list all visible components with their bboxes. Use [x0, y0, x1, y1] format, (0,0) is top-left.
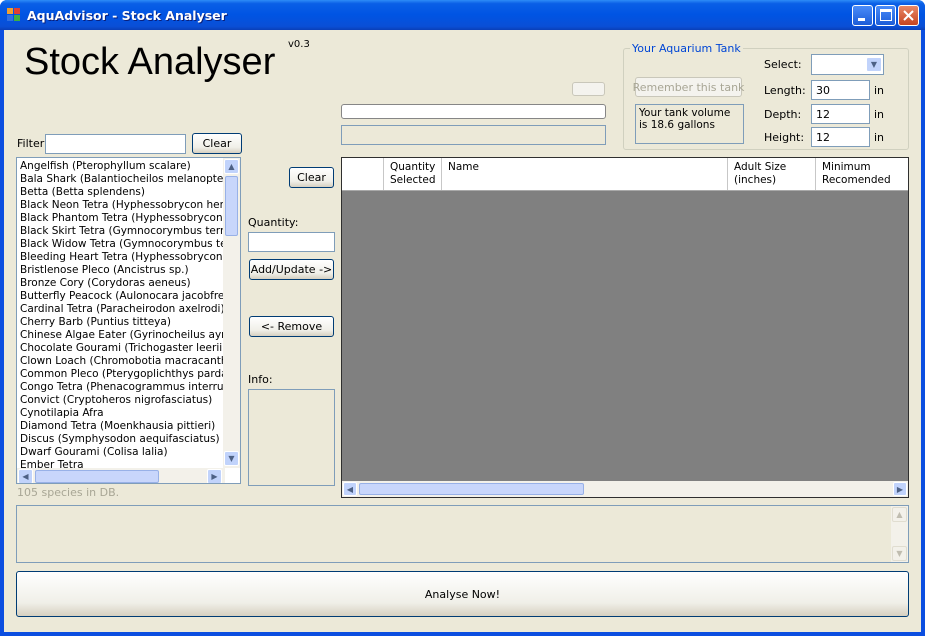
stock-grid[interactable]: Quantity Selected Name Adult Size (inche… — [341, 157, 909, 498]
minimize-button[interactable] — [852, 5, 873, 26]
list-item[interactable]: Butterfly Peacock (Aulonocara jacobfreib… — [17, 290, 227, 303]
analyse-button[interactable]: Analyse Now! — [16, 571, 909, 617]
grid-hscroll[interactable]: ◀ ▶ — [342, 481, 908, 497]
list-item[interactable]: Bronze Cory (Corydoras aeneus) — [17, 277, 227, 290]
app-window: AquAdvisor - Stock Analyser Stock Analys… — [0, 0, 925, 636]
list-item[interactable]: Black Widow Tetra (Gymnocorymbus tern — [17, 238, 227, 251]
height-input[interactable]: 12 — [811, 127, 870, 147]
scroll-left-icon[interactable]: ◀ — [18, 469, 33, 483]
list-item[interactable]: Black Neon Tetra (Hyphessobrycon herbe — [17, 199, 227, 212]
remove-button[interactable]: <- Remove — [249, 316, 334, 337]
filter-clear-button[interactable]: Clear — [192, 133, 242, 154]
length-unit: in — [874, 84, 885, 97]
select-label: Select: — [764, 58, 802, 71]
output-scroll-down-icon[interactable]: ▼ — [892, 546, 907, 561]
grid-header: Quantity Selected Name Adult Size (inche… — [342, 158, 908, 191]
grid-col-adult-size[interactable]: Adult Size (inches) — [728, 158, 816, 190]
output-textbox[interactable]: ▲ ▼ — [16, 505, 909, 563]
species-hscroll-thumb[interactable] — [35, 470, 159, 483]
length-input[interactable]: 30 — [811, 80, 870, 100]
scroll-down-icon[interactable]: ▼ — [224, 451, 239, 466]
species-vscroll[interactable]: ▲ ▼ — [223, 158, 240, 468]
chevron-down-icon[interactable]: ▼ — [866, 57, 882, 72]
list-item[interactable]: Cardinal Tetra (Paracheirodon axelrodi) — [17, 303, 227, 316]
output-scroll-up-icon[interactable]: ▲ — [892, 507, 907, 522]
list-item[interactable]: Betta (Betta splendens) — [17, 186, 227, 199]
list-item[interactable]: Bristlenose Pleco (Ancistrus sp.) — [17, 264, 227, 277]
species-hscroll[interactable]: ◀ ▶ — [17, 468, 225, 483]
tank-volume-text: Your tank volume is 18.6 gallons — [635, 104, 744, 144]
grid-col-name[interactable]: Name — [442, 158, 728, 190]
tank-groupbox: Your Aquarium Tank Remember this tank Yo… — [623, 42, 909, 150]
height-label: Height: — [764, 131, 805, 144]
maximize-icon — [880, 9, 892, 21]
depth-input[interactable]: 12 — [811, 104, 870, 124]
height-unit: in — [874, 131, 885, 144]
list-item[interactable]: Diamond Tetra (Moenkhausia pittieri) — [17, 420, 227, 433]
list-item[interactable]: Bala Shark (Balantiocheilos melanopterus… — [17, 173, 227, 186]
list-item[interactable]: Dwarf Gourami (Colisa lalia) — [17, 446, 227, 459]
list-item[interactable]: Cherry Barb (Puntius titteya) — [17, 316, 227, 329]
list-item[interactable]: Black Skirt Tetra (Gymnocorymbus ternetz — [17, 225, 227, 238]
output-vscroll[interactable]: ▲ ▼ — [891, 506, 908, 562]
selection-clear-button[interactable]: Clear — [289, 167, 334, 188]
grid-scroll-right-icon[interactable]: ▶ — [893, 482, 907, 496]
grid-row-header — [342, 158, 384, 190]
species-count: 105 species in DB. — [17, 486, 120, 499]
quantity-label: Quantity: — [248, 216, 299, 229]
list-item[interactable]: Cynotilapia Afra — [17, 407, 227, 420]
client-area: Stock Analyser v0.3 Filter: Clear Angelf… — [4, 30, 921, 632]
depth-unit: in — [874, 108, 885, 121]
remember-tank-button: Remember this tank — [633, 77, 744, 97]
version-label: v0.3 — [288, 39, 310, 50]
depth-label: Depth: — [764, 108, 802, 121]
list-item[interactable]: Bleeding Heart Tetra (Hyphessobrycon er — [17, 251, 227, 264]
progress-bar — [341, 104, 606, 119]
grid-col-quantity[interactable]: Quantity Selected — [384, 158, 442, 190]
list-item[interactable]: Convict (Cryptoheros nigrofasciatus) — [17, 394, 227, 407]
status-box — [341, 125, 606, 145]
species-list[interactable]: Angelfish (Pterophyllum scalare) Bala Sha… — [16, 157, 241, 484]
scroll-right-icon[interactable]: ▶ — [207, 469, 222, 483]
info-box — [248, 389, 335, 486]
tank-select[interactable]: ▼ — [811, 54, 884, 75]
grid-hscroll-thumb[interactable] — [359, 483, 584, 495]
small-status-button — [572, 82, 605, 96]
filter-label: Filter: — [17, 137, 48, 150]
list-item[interactable]: Common Pleco (Pterygoplichthys pardalis) — [17, 368, 227, 381]
list-item[interactable]: Chinese Algae Eater (Gyrinocheilus aymor — [17, 329, 227, 342]
info-label: Info: — [248, 373, 273, 386]
close-button[interactable] — [898, 5, 919, 26]
tank-group-title: Your Aquarium Tank — [630, 42, 743, 55]
title-bar[interactable]: AquAdvisor - Stock Analyser — [0, 0, 925, 30]
filter-input[interactable] — [45, 134, 186, 154]
maximize-button[interactable] — [875, 5, 896, 26]
list-item[interactable]: Congo Tetra (Phenacogrammus interrupt — [17, 381, 227, 394]
grid-scroll-left-icon[interactable]: ◀ — [343, 482, 357, 496]
species-vscroll-thumb[interactable] — [225, 176, 238, 236]
list-item[interactable]: Chocolate Gourami (Trichogaster leerii) — [17, 342, 227, 355]
species-list-items: Angelfish (Pterophyllum scalare) Bala Sha… — [17, 160, 227, 468]
window-title: AquAdvisor - Stock Analyser — [27, 8, 227, 23]
length-label: Length: — [764, 84, 806, 97]
list-item[interactable]: Clown Loach (Chromobotia macracanthus — [17, 355, 227, 368]
add-update-button[interactable]: Add/Update -> — [249, 259, 334, 280]
grid-col-minimum[interactable]: Minimum Recomended — [816, 158, 908, 190]
list-item[interactable]: Angelfish (Pterophyllum scalare) — [17, 160, 227, 173]
list-item[interactable]: Discus (Symphysodon aequifasciatus) — [17, 433, 227, 446]
scroll-up-icon[interactable]: ▲ — [224, 159, 239, 174]
list-item[interactable]: Black Phantom Tetra (Hyphessobrycon m — [17, 212, 227, 225]
page-title: Stock Analyser — [24, 41, 276, 83]
quantity-input[interactable] — [248, 232, 335, 252]
close-icon — [903, 10, 914, 21]
app-icon — [7, 8, 21, 22]
minimize-icon — [858, 18, 865, 21]
list-item[interactable]: Ember Tetra — [17, 459, 227, 468]
